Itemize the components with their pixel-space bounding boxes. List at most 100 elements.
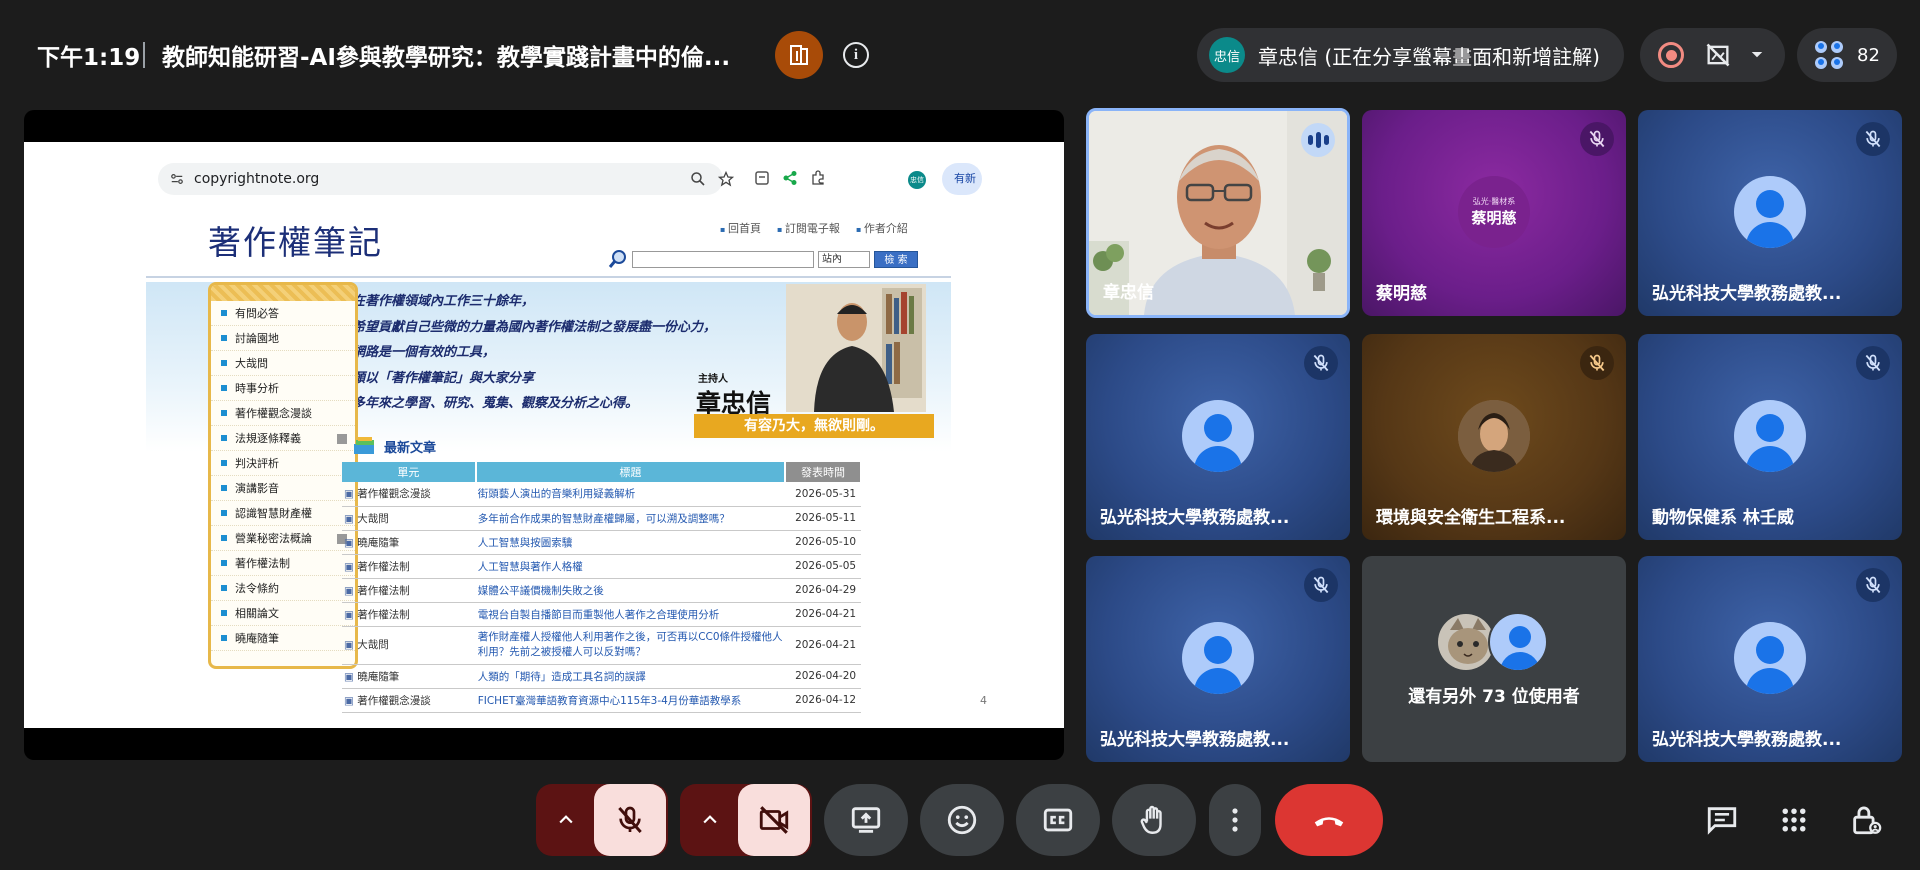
site-top-nav: 回首頁 訂閱電子報 作者介紹 bbox=[720, 220, 908, 236]
people-button[interactable]: 82 bbox=[1797, 28, 1897, 82]
side-menu-item[interactable]: 曉庵隨筆 bbox=[211, 626, 355, 651]
nav-link[interactable]: 回首頁 bbox=[720, 220, 761, 236]
article-link[interactable]: 著作財產權人授權他人利用著作之後，可否再以CC0條件授權他人利用？先前之被授權人… bbox=[475, 626, 786, 665]
article-date: 2026-04-12 bbox=[785, 688, 861, 713]
side-menu-item[interactable]: 認識智慧財產權 bbox=[211, 501, 355, 526]
latest-articles-heading: 最新文章 bbox=[352, 436, 436, 456]
browser-toolbar: copyrightnote.org 忠信 bbox=[146, 160, 951, 200]
nav-link[interactable]: 訂閱電子報 bbox=[777, 220, 840, 236]
side-menu-item[interactable]: 判決評析 bbox=[211, 451, 355, 476]
video-options-button[interactable] bbox=[682, 784, 738, 856]
article-link[interactable]: 人類的「期待」造成工具名詞的誤譯 bbox=[475, 664, 786, 689]
present-screen-button[interactable] bbox=[824, 784, 908, 856]
recording-chip[interactable] bbox=[1640, 28, 1785, 82]
captions-button[interactable] bbox=[1016, 784, 1100, 856]
article-link[interactable]: 人工智慧與著作人格權 bbox=[475, 554, 786, 579]
mic-off-icon bbox=[1304, 346, 1338, 380]
screen-share[interactable]: copyrightnote.org 忠信 有新 著作權筆記 回首頁 訂閱電子報 … bbox=[24, 110, 1064, 760]
participant-tile[interactable]: 弘光科技大學教務處教... bbox=[1638, 110, 1902, 316]
reactions-button[interactable] bbox=[920, 784, 1004, 856]
table-row: 著作權法制電視台自製自播節目而重製他人著作之合理使用分析2026-04-21 bbox=[342, 602, 861, 627]
update-chip[interactable]: 有新 bbox=[942, 163, 982, 195]
side-menu-item[interactable]: 相關論文 bbox=[211, 601, 355, 626]
participant-tile[interactable]: 弘光科技大學教務處教... bbox=[1638, 556, 1902, 762]
table-row: 著作權觀念漫談FICHET臺灣華語教育資源中心115年3-4月份華語教學系202… bbox=[342, 688, 861, 713]
search-icon bbox=[608, 250, 626, 268]
table-row: 著作權觀念漫談街頭藝人演出的音樂利用疑義解析2026-05-31 bbox=[342, 482, 861, 507]
slogan-line: 網路是一個有效的工具， bbox=[352, 345, 496, 360]
side-menu-item[interactable]: 著作權觀念漫談 bbox=[211, 401, 355, 426]
camera-toggle-button[interactable] bbox=[738, 784, 810, 856]
chevron-down-icon[interactable] bbox=[1748, 46, 1766, 64]
host-controls-button[interactable] bbox=[775, 31, 823, 79]
news-heading-text: 最新文章 bbox=[384, 440, 437, 456]
leave-call-button[interactable] bbox=[1275, 784, 1383, 856]
extension-reader-icon[interactable] bbox=[754, 170, 770, 186]
profile-avatar[interactable]: 忠信 bbox=[908, 171, 926, 189]
more-options-button[interactable] bbox=[1209, 784, 1261, 856]
participant-tile[interactable]: 弘光科技大學教務處教... bbox=[1086, 556, 1350, 762]
expand-arrow-icon[interactable] bbox=[337, 434, 347, 444]
extensions-puzzle-icon[interactable] bbox=[810, 170, 826, 186]
default-avatar-icon bbox=[1734, 400, 1806, 472]
side-menu-item-expandable[interactable]: 營業秘密法概論 bbox=[211, 526, 355, 551]
search-scope-select[interactable]: 站內 bbox=[818, 250, 870, 268]
activities-button[interactable] bbox=[1774, 800, 1814, 840]
annotation-off-icon bbox=[1706, 43, 1730, 67]
article-date: 2026-04-21 bbox=[785, 602, 861, 627]
side-menu-item[interactable]: 時事分析 bbox=[211, 376, 355, 401]
table-row: 著作權法制媒體公平議價機制失敗之後2026-04-29 bbox=[342, 578, 861, 603]
participant-tile[interactable]: 環境與安全衛生工程系... bbox=[1362, 334, 1626, 540]
search-button[interactable]: 檢 索 bbox=[874, 250, 918, 268]
article-link[interactable]: 媒體公平議價機制失敗之後 bbox=[475, 578, 786, 603]
mic-off-icon bbox=[618, 806, 642, 833]
participant-tile[interactable]: 弘光‧醫材系 蔡明慈 蔡明慈 bbox=[1362, 110, 1626, 316]
participant-tile[interactable]: 弘光科技大學教務處教... bbox=[1086, 334, 1350, 540]
meeting-title[interactable]: 教師知能研習-AI參與教學研究：教學實踐計畫中的倫... bbox=[162, 38, 730, 72]
chat-button[interactable] bbox=[1702, 800, 1742, 840]
zoom-icon[interactable] bbox=[690, 171, 706, 187]
side-menu-item[interactable]: 有問必答 bbox=[211, 301, 355, 326]
raise-hand-button[interactable] bbox=[1112, 784, 1196, 856]
meeting-info-button[interactable]: i bbox=[843, 42, 869, 68]
site-settings-icon[interactable] bbox=[170, 172, 184, 186]
presenter-chip[interactable]: 忠信 章忠信 (正在分享螢幕畫面和新增註解) bbox=[1197, 28, 1624, 82]
participant-name: 章忠信 bbox=[1103, 283, 1154, 303]
article-date: 2026-05-31 bbox=[785, 482, 861, 507]
address-bar[interactable]: copyrightnote.org bbox=[158, 163, 734, 195]
side-menu-item[interactable]: 討論園地 bbox=[211, 326, 355, 351]
banner-slogan: 在著作權領域內工作三十餘年， 希望貢獻自己些微的力量為國內著作權法制之發展盡一份… bbox=[352, 290, 716, 418]
side-menu-item[interactable]: 著作權法制 bbox=[211, 551, 355, 576]
side-menu-item[interactable]: 演講影音 bbox=[211, 476, 355, 501]
side-menu-label: 營業秘密法概論 bbox=[235, 532, 312, 545]
article-link[interactable]: 電視台自製自播節目而重製他人著作之合理使用分析 bbox=[475, 602, 786, 627]
article-link[interactable]: 人工智慧與按圖索驥 bbox=[475, 530, 786, 555]
slogan-line: 多年來之學習、研究、蒐集、觀察及分析之心得。 bbox=[352, 396, 639, 411]
mic-toggle-button[interactable] bbox=[594, 784, 666, 856]
meeting-time: 下午1:19 bbox=[37, 45, 141, 71]
search-input[interactable] bbox=[632, 250, 814, 268]
others-tile[interactable]: 還有另外 73 位使用者 bbox=[1362, 556, 1626, 762]
participant-tile[interactable]: 動物保健系 林壬威 bbox=[1638, 334, 1902, 540]
article-link[interactable]: FICHET臺灣華語教育資源中心115年3-4月份華語教學系 bbox=[475, 688, 786, 713]
chevron-up-icon bbox=[703, 815, 717, 824]
side-menu-item[interactable]: 法令條約 bbox=[211, 576, 355, 601]
site-logo[interactable]: 著作權筆記 bbox=[208, 216, 383, 264]
default-avatar-icon bbox=[1182, 400, 1254, 472]
webpage: 著作權筆記 回首頁 訂閱電子報 作者介紹 站內 檢 索 在著作權領域內工作三十餘… bbox=[146, 204, 951, 724]
article-date: 2026-04-20 bbox=[785, 664, 861, 689]
article-link[interactable]: 多年前合作成果的智慧財產權歸屬，可以溯及調整嗎？ bbox=[475, 506, 786, 531]
audio-options-button[interactable] bbox=[538, 784, 594, 856]
side-menu-item[interactable]: 大哉問 bbox=[211, 351, 355, 376]
participant-name: 弘光科技大學教務處教... bbox=[1652, 284, 1842, 304]
article-category: 著作權觀念漫談 bbox=[342, 482, 476, 507]
article-link[interactable]: 街頭藝人演出的音樂利用疑義解析 bbox=[475, 482, 786, 507]
site-search: 站內 檢 索 bbox=[608, 249, 918, 269]
extension-share-icon[interactable] bbox=[782, 170, 798, 186]
bookmark-star-icon[interactable] bbox=[718, 171, 734, 187]
host-label: 主持人 bbox=[698, 374, 728, 385]
side-menu-item-expandable[interactable]: 法規逐條釋義 bbox=[211, 426, 355, 451]
host-controls-button[interactable] bbox=[1846, 800, 1886, 840]
nav-link[interactable]: 作者介紹 bbox=[856, 220, 908, 236]
participant-tile-speaking[interactable]: 章忠信 bbox=[1086, 108, 1350, 318]
